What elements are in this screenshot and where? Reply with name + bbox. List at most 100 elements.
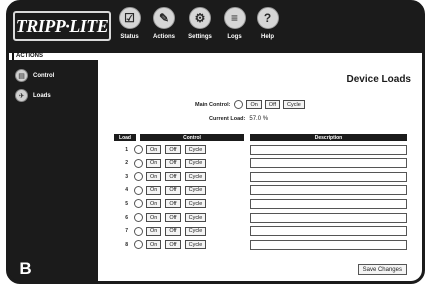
row-cycle-button[interactable]: Cycle <box>184 226 207 236</box>
row-cycle-button[interactable]: Cycle <box>184 240 207 250</box>
row-off-button[interactable]: Off <box>165 185 181 195</box>
row-radio[interactable] <box>134 226 143 236</box>
row-description-input[interactable] <box>250 171 407 182</box>
row-cycle-button[interactable]: Cycle <box>184 158 207 168</box>
table-row: 8 On Off Cycle <box>114 239 407 250</box>
row-on-button[interactable]: On <box>146 240 162 250</box>
main-content: Device Loads Main Control: On Off Cycle … <box>98 60 422 281</box>
help-icon: ? <box>256 7 279 29</box>
sidebar: ▤ Control ✈ Loads <box>9 60 98 281</box>
nav-status[interactable]: ☑ Status <box>113 7 146 40</box>
current-load-row: Current Load: 57.0 % <box>209 116 268 122</box>
row-radio[interactable] <box>134 185 143 195</box>
table-row: 1 On Off Cycle <box>114 144 407 155</box>
main-control-label: Main Control: <box>195 101 231 108</box>
row-load-number: 8 <box>125 241 128 248</box>
row-description-input[interactable] <box>250 226 407 237</box>
row-radio[interactable] <box>134 172 143 182</box>
row-cycle-button[interactable]: Cycle <box>184 172 207 182</box>
table-row: 3 On Off Cycle <box>114 171 407 182</box>
sidebar-item-label: Control <box>33 72 55 79</box>
section-label: ACTIONS <box>12 53 43 60</box>
row-on-button[interactable]: On <box>146 185 162 195</box>
row-load-number: 2 <box>125 160 128 167</box>
row-description-input[interactable] <box>250 239 407 250</box>
row-on-button[interactable]: On <box>146 226 162 236</box>
row-radio[interactable] <box>134 199 143 209</box>
current-load-value: 57.0 % <box>249 116 269 122</box>
save-changes-button[interactable]: Save Changes <box>357 264 407 275</box>
nav-logs[interactable]: ≡ Logs <box>218 7 251 40</box>
row-on-button[interactable]: On <box>146 213 162 222</box>
actions-icon: ✎ <box>153 7 175 29</box>
row-radio[interactable] <box>134 213 143 222</box>
main-control-row: Main Control: On Off Cycle <box>195 100 305 109</box>
row-radio[interactable] <box>134 145 143 154</box>
table-row: 5 On Off Cycle <box>114 198 407 209</box>
sidebar-item-loads[interactable]: ✈ Loads <box>15 89 51 102</box>
sidebar-item-label: Loads <box>33 92 51 99</box>
main-on-button[interactable]: On <box>246 100 262 109</box>
main-cycle-button[interactable]: Cycle <box>283 100 305 109</box>
loads-table-header: Load Control Description <box>114 134 407 141</box>
logs-icon: ≡ <box>223 7 246 29</box>
main-nav: ☑ Status ✎ Actions ⚙ Settings ≡ Logs ? H… <box>113 7 284 40</box>
row-on-button[interactable]: On <box>146 199 162 209</box>
figure-badge: B <box>9 256 42 281</box>
table-row: 7 On Off Cycle <box>114 226 407 237</box>
nav-settings[interactable]: ⚙ Settings <box>182 7 218 40</box>
row-off-button[interactable]: Off <box>165 158 181 168</box>
header-control: Control <box>140 134 244 141</box>
row-description-input[interactable] <box>250 185 407 196</box>
row-off-button[interactable]: Off <box>165 240 181 250</box>
top-bar: TRIPP·LITE ☑ Status ✎ Actions ⚙ Settings… <box>9 3 422 53</box>
table-row: 2 On Off Cycle <box>114 158 407 169</box>
row-on-button[interactable]: On <box>146 145 162 154</box>
row-cycle-button[interactable]: Cycle <box>184 185 207 195</box>
row-cycle-button[interactable]: Cycle <box>184 145 207 154</box>
nav-label: Status <box>120 34 139 40</box>
row-description-input[interactable] <box>250 158 407 169</box>
header-description: Description <box>250 134 407 141</box>
header-load: Load <box>114 134 136 141</box>
row-cycle-button[interactable]: Cycle <box>184 213 207 222</box>
row-description-input[interactable] <box>250 198 407 209</box>
current-load-label: Current Load: <box>209 116 246 122</box>
row-on-button[interactable]: On <box>146 158 162 168</box>
device-frame: TRIPP·LITE ☑ Status ✎ Actions ⚙ Settings… <box>6 0 425 284</box>
sidebar-item-control[interactable]: ▤ Control <box>15 69 54 82</box>
table-row: 4 On Off Cycle <box>114 185 407 196</box>
row-load-number: 3 <box>125 173 128 180</box>
nav-label: Settings <box>188 34 212 40</box>
main-off-button[interactable]: Off <box>264 100 281 109</box>
row-on-button[interactable]: On <box>146 172 162 182</box>
row-load-number: 4 <box>125 187 128 194</box>
table-row: 6 On Off Cycle <box>114 212 407 223</box>
row-off-button[interactable]: Off <box>165 226 181 236</box>
nav-label: Help <box>260 34 274 40</box>
row-cycle-button[interactable]: Cycle <box>184 199 207 209</box>
row-radio[interactable] <box>134 240 143 250</box>
control-icon: ▤ <box>15 69 28 82</box>
page-title: Device Loads <box>346 74 411 85</box>
nav-label: Logs <box>227 34 242 40</box>
row-off-button[interactable]: Off <box>165 213 181 222</box>
row-off-button[interactable]: Off <box>165 145 181 154</box>
status-icon: ☑ <box>118 7 141 29</box>
row-description-input[interactable] <box>250 144 407 155</box>
row-off-button[interactable]: Off <box>165 199 181 209</box>
section-header: ACTIONS <box>9 53 422 60</box>
nav-label: Actions <box>152 34 175 40</box>
nav-actions[interactable]: ✎ Actions <box>146 7 182 40</box>
row-radio[interactable] <box>134 158 143 168</box>
main-control-radio[interactable] <box>234 100 244 109</box>
row-load-number: 5 <box>125 200 128 207</box>
row-load-number: 1 <box>125 146 128 153</box>
row-description-input[interactable] <box>250 212 407 223</box>
badge-letter: B <box>19 258 32 278</box>
row-off-button[interactable]: Off <box>165 172 181 182</box>
settings-icon: ⚙ <box>189 7 211 29</box>
row-load-number: 7 <box>125 228 128 235</box>
logo-text: TRIPP·LITE <box>15 15 109 36</box>
nav-help[interactable]: ? Help <box>251 7 284 40</box>
